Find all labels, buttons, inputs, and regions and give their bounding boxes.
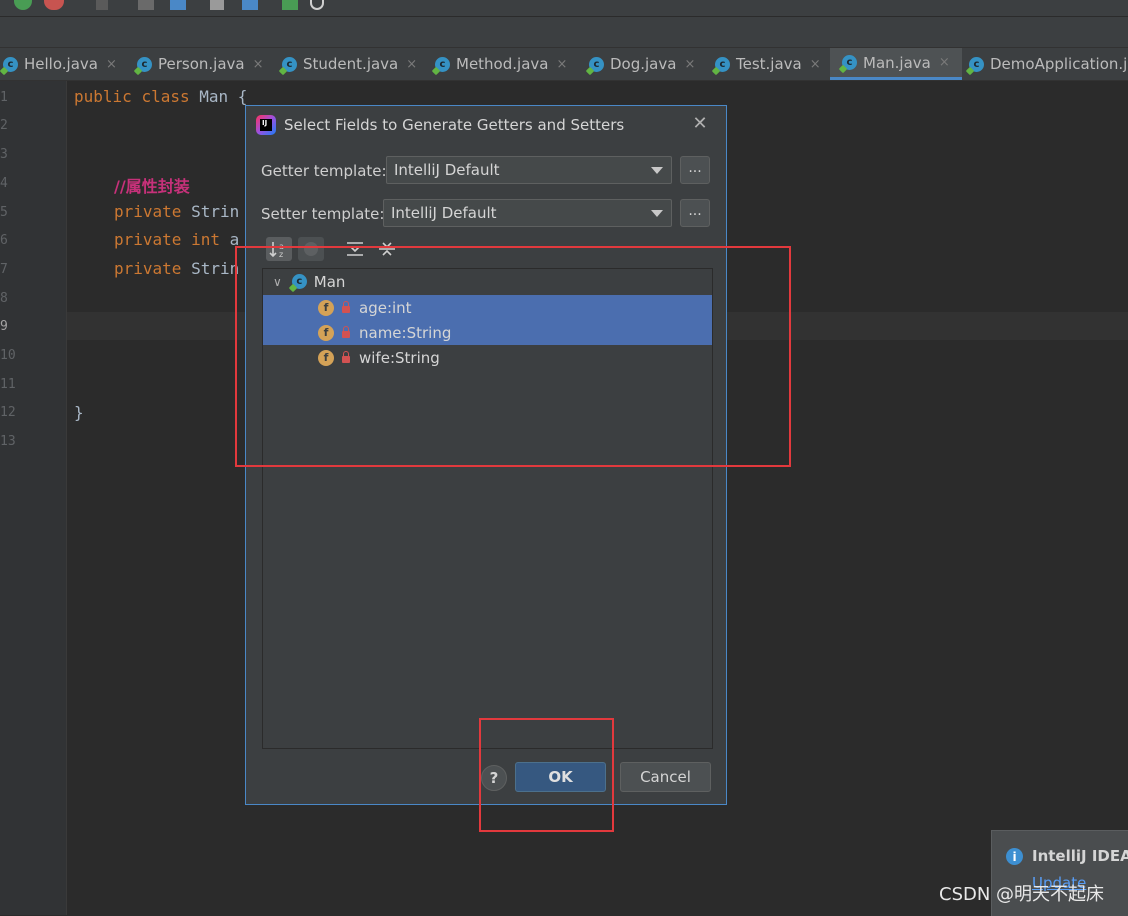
line-number: 11 <box>0 377 16 392</box>
java-class-icon: c <box>969 56 984 72</box>
intellij-logo-icon: IJ <box>256 115 276 135</box>
stop-icon[interactable] <box>96 0 108 10</box>
dialog-title: Select Fields to Generate Getters and Se… <box>284 116 625 134</box>
tab-dog[interactable]: c Dog.java × <box>589 48 695 80</box>
tab-label: Person.java <box>158 55 245 73</box>
editor-tab-bar: c Hello.java × c Person.java × c Student… <box>0 48 1128 81</box>
code-comment[interactable]: //属性封装 <box>114 173 190 197</box>
main-toolbar <box>0 0 1128 17</box>
wrench-icon[interactable] <box>210 0 224 10</box>
java-class-icon: c <box>589 56 604 72</box>
line-number: 13 <box>0 434 16 449</box>
debug-icon[interactable] <box>44 0 64 10</box>
line-number: 10 <box>0 348 16 363</box>
close-icon[interactable]: × <box>556 57 567 72</box>
setter-template-select[interactable]: IntelliJ Default <box>383 199 672 227</box>
getter-template-select[interactable]: IntelliJ Default <box>386 156 672 184</box>
close-icon[interactable]: × <box>684 57 695 72</box>
line-number-current: 9 <box>0 319 8 334</box>
line-number: 2 <box>0 118 8 133</box>
setter-template-label: Setter template: <box>261 205 385 223</box>
java-class-icon: c <box>137 56 152 72</box>
code-closing-brace[interactable]: } <box>74 403 84 422</box>
code-line-6[interactable]: private int a <box>114 230 239 249</box>
tab-label: Dog.java <box>610 55 677 73</box>
info-icon: i <box>1006 848 1023 865</box>
tab-test[interactable]: c Test.java × <box>715 48 821 80</box>
watermark-text: CSDN @明天不起床 <box>939 884 1105 905</box>
close-icon[interactable]: × <box>106 57 117 72</box>
tab-label: Hello.java <box>24 55 98 73</box>
close-icon[interactable]: × <box>253 57 264 72</box>
code-line-1[interactable]: public class Man { <box>74 87 247 106</box>
getter-template-label: Getter template: <box>261 162 387 180</box>
tab-student[interactable]: c Student.java × <box>282 48 417 80</box>
line-number: 3 <box>0 147 8 162</box>
tab-label: Test.java <box>736 55 802 73</box>
navigation-bar <box>0 17 1128 48</box>
dialog-titlebar[interactable]: IJ Select Fields to Generate Getters and… <box>246 106 726 144</box>
setter-template-more-button[interactable]: ... <box>680 199 710 227</box>
close-icon[interactable]: × <box>939 55 950 70</box>
terminal-icon[interactable] <box>282 0 298 10</box>
line-number: 8 <box>0 291 8 306</box>
cancel-button[interactable]: Cancel <box>620 762 711 792</box>
getter-template-value: IntelliJ Default <box>394 161 500 179</box>
tab-label: Student.java <box>303 55 399 73</box>
getter-template-more-button[interactable]: ... <box>680 156 710 184</box>
line-number: 4 <box>0 176 8 191</box>
close-icon[interactable]: ✕ <box>690 114 710 134</box>
java-class-icon: c <box>282 56 297 72</box>
line-number: 6 <box>0 233 8 248</box>
run-icon[interactable] <box>14 0 32 10</box>
notification-title: IntelliJ IDEA 2 <box>1032 847 1128 865</box>
highlight-box-ok <box>479 718 614 832</box>
tab-hello[interactable]: c Hello.java × <box>3 48 117 80</box>
setter-template-value: IntelliJ Default <box>391 204 497 222</box>
close-icon[interactable]: × <box>406 57 417 72</box>
tab-label: Man.java <box>863 53 931 72</box>
search-icon[interactable] <box>310 0 324 10</box>
java-class-icon: c <box>715 56 730 72</box>
tab-person[interactable]: c Person.java × <box>137 48 264 80</box>
tab-method[interactable]: c Method.java × <box>435 48 567 80</box>
line-number-gutter: 1 2 3 4 5 6 7 8 9 10 11 12 13 <box>0 81 67 915</box>
tab-man[interactable]: c Man.java × <box>830 48 962 80</box>
chevron-down-icon <box>651 167 663 174</box>
java-class-icon: c <box>435 56 450 72</box>
line-number: 12 <box>0 405 16 420</box>
java-class-icon: c <box>842 55 857 70</box>
line-number: 1 <box>0 90 8 105</box>
build-icon[interactable] <box>138 0 154 10</box>
code-line-7[interactable]: private Strin <box>114 259 239 278</box>
chevron-down-icon <box>651 210 663 217</box>
tab-demo-application[interactable]: c DemoApplication.j <box>969 48 1127 80</box>
java-class-icon: c <box>3 56 18 72</box>
line-number: 7 <box>0 262 8 277</box>
structure-icon[interactable] <box>242 0 258 10</box>
code-line-5[interactable]: private Strin <box>114 202 239 221</box>
tab-label: Method.java <box>456 55 549 73</box>
update-icon[interactable] <box>170 0 186 10</box>
close-icon[interactable]: × <box>810 57 821 72</box>
highlight-box-fields <box>235 246 791 467</box>
line-number: 5 <box>0 205 8 220</box>
tab-label: DemoApplication.j <box>990 55 1128 73</box>
